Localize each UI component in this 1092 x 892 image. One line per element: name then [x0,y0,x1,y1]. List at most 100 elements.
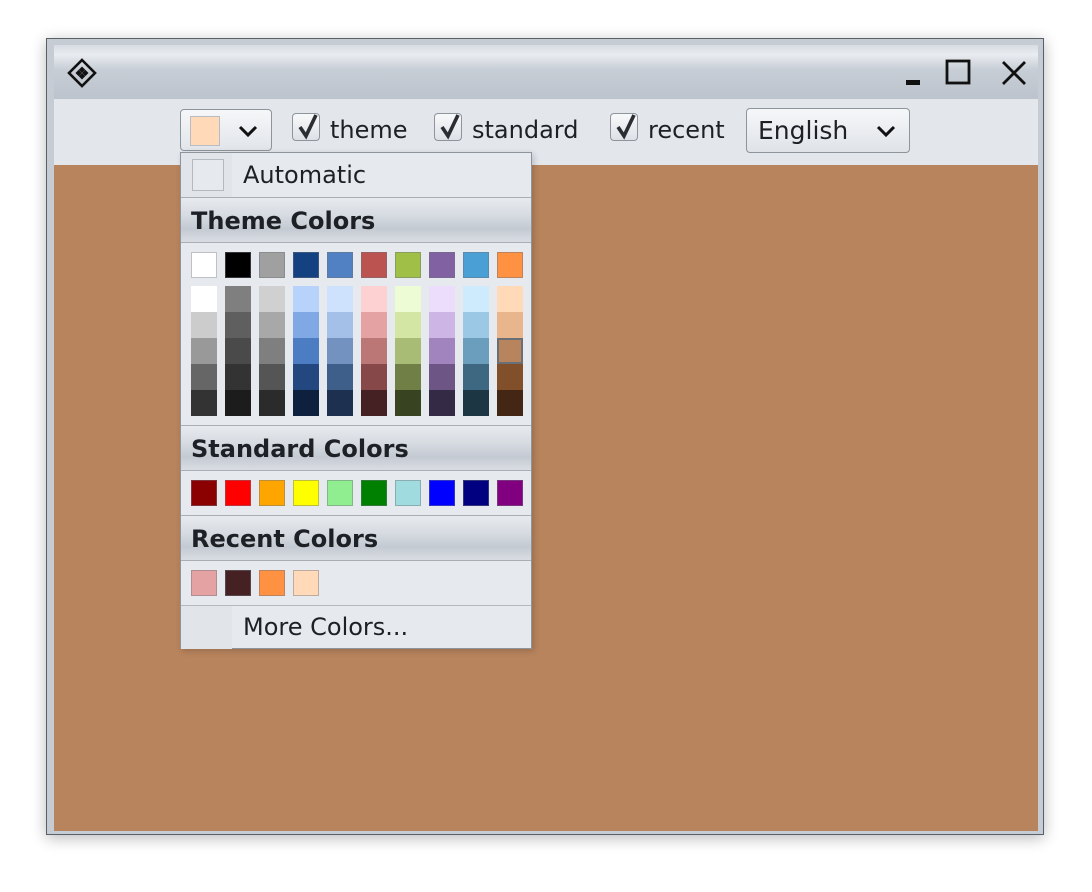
close-icon[interactable] [999,58,1029,88]
checkbox-box[interactable] [434,113,462,141]
standard-color-swatch[interactable] [327,480,353,506]
theme-shade-swatch[interactable] [293,312,319,338]
theme-shade-swatch[interactable] [395,364,421,390]
theme-shade-swatch[interactable] [327,364,353,390]
theme-shade-swatch[interactable] [463,312,489,338]
checkmark-icon [440,114,460,140]
theme-shade-swatch[interactable] [395,390,421,416]
recent-colors-header: Recent Colors [181,515,531,561]
theme-color-swatch[interactable] [429,252,455,278]
automatic-menu-item[interactable]: Automatic [181,153,531,197]
automatic-swatch [192,159,224,191]
theme-shade-swatch[interactable] [361,364,387,390]
title-bar[interactable] [54,45,1038,99]
menu-gutter [181,606,232,649]
theme-color-swatch[interactable] [259,252,285,278]
theme-color-swatch[interactable] [327,252,353,278]
theme-shade-swatch[interactable] [463,286,489,312]
theme-shade-swatch[interactable] [293,338,319,364]
recent-color-swatch[interactable] [225,570,251,596]
theme-shade-swatch[interactable] [327,286,353,312]
theme-colors-header: Theme Colors [181,197,531,243]
recent-color-swatch[interactable] [259,570,285,596]
chevron-down-icon [875,120,897,142]
theme-shade-swatch[interactable] [293,364,319,390]
theme-shade-swatch[interactable] [395,338,421,364]
theme-shade-swatch[interactable] [191,312,217,338]
color-picker-popup: Automatic Theme Colors Standard Colors R… [180,152,532,649]
standard-color-swatch[interactable] [191,480,217,506]
checkbox-label: standard [472,116,579,144]
standard-color-swatch[interactable] [259,480,285,506]
theme-shade-swatch[interactable] [225,338,251,364]
theme-color-swatch[interactable] [395,252,421,278]
theme-shade-swatch[interactable] [361,338,387,364]
theme-shade-swatch[interactable] [225,286,251,312]
theme-shade-swatch[interactable] [327,312,353,338]
theme-shade-swatch[interactable] [429,364,455,390]
recent-color-swatch[interactable] [293,570,319,596]
standard-color-swatch[interactable] [463,480,489,506]
theme-shade-swatch[interactable] [463,390,489,416]
checkbox-box[interactable] [610,113,638,141]
color-picker-combo[interactable] [180,109,272,151]
more-colors-menu-item[interactable]: More Colors... [181,605,531,649]
checkbox-box[interactable] [292,113,320,141]
theme-shade-swatch[interactable] [429,390,455,416]
theme-shade-swatch[interactable] [429,312,455,338]
section-title: Standard Colors [191,435,409,463]
theme-shade-swatch[interactable] [497,390,523,416]
checkmark-icon [298,114,318,140]
theme-color-swatch[interactable] [293,252,319,278]
theme-shade-swatch[interactable] [327,338,353,364]
theme-color-swatch[interactable] [225,252,251,278]
checkbox-label: theme [330,116,408,144]
theme-shade-swatch[interactable] [259,286,285,312]
theme-shade-swatch[interactable] [259,338,285,364]
standard-color-swatch[interactable] [429,480,455,506]
theme-shade-swatch[interactable] [225,312,251,338]
theme-color-swatch[interactable] [191,252,217,278]
theme-shade-swatch[interactable] [497,364,523,390]
theme-shade-swatch[interactable] [361,390,387,416]
theme-shade-swatch[interactable] [191,364,217,390]
theme-shade-swatch[interactable] [293,390,319,416]
theme-shade-swatch[interactable] [191,286,217,312]
diamond-logo-icon[interactable] [67,58,97,88]
recent-color-swatch[interactable] [191,570,217,596]
standard-color-swatch[interactable] [395,480,421,506]
theme-shade-swatch[interactable] [361,286,387,312]
maximize-icon[interactable] [943,58,973,88]
theme-shade-swatch[interactable] [259,312,285,338]
theme-shade-swatch[interactable] [463,338,489,364]
theme-shade-swatch[interactable] [497,338,523,364]
minimize-icon[interactable] [900,58,930,88]
language-select[interactable]: English [746,108,910,153]
theme-color-swatch[interactable] [463,252,489,278]
theme-shade-swatch[interactable] [361,312,387,338]
language-select-value: English [758,116,849,145]
theme-shade-swatch[interactable] [497,312,523,338]
theme-shade-swatch[interactable] [429,338,455,364]
theme-shade-swatch[interactable] [429,286,455,312]
theme-shade-swatch[interactable] [497,286,523,312]
theme-shade-swatch[interactable] [395,312,421,338]
selected-color-swatch [190,116,220,146]
theme-shade-swatch[interactable] [259,364,285,390]
theme-shade-swatch[interactable] [225,390,251,416]
theme-shade-swatch[interactable] [327,390,353,416]
standard-color-swatch[interactable] [225,480,251,506]
theme-color-swatch[interactable] [361,252,387,278]
theme-color-swatch[interactable] [497,252,523,278]
standard-color-swatch[interactable] [293,480,319,506]
theme-shade-swatch[interactable] [395,286,421,312]
theme-shade-swatch[interactable] [259,390,285,416]
theme-shade-swatch[interactable] [463,364,489,390]
standard-color-swatch[interactable] [361,480,387,506]
theme-shade-swatch[interactable] [293,286,319,312]
standard-color-swatch[interactable] [497,480,523,506]
theme-shade-swatch[interactable] [225,364,251,390]
theme-shade-swatch[interactable] [191,390,217,416]
section-title: Recent Colors [191,525,379,553]
theme-shade-swatch[interactable] [191,338,217,364]
